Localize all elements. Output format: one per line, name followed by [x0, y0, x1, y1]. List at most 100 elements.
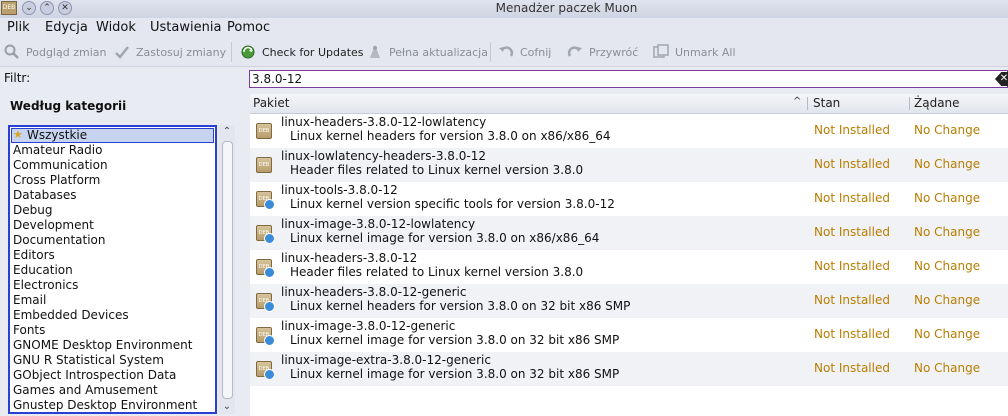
- gear-icon: [264, 233, 275, 244]
- category-item[interactable]: Databases: [10, 188, 215, 203]
- menu-help[interactable]: Pomoc: [227, 20, 270, 36]
- check-updates-button[interactable]: Check for Updates: [240, 43, 364, 61]
- preview-changes-button[interactable]: Podgląd zmian: [4, 43, 106, 61]
- table-row[interactable]: DEB linux-headers-3.8.0-12-lowlatency Linu…: [250, 114, 1008, 148]
- sort-ascending-icon: ^: [793, 96, 802, 107]
- category-item[interactable]: Debug: [10, 203, 215, 218]
- menu-settings[interactable]: Ustawienia: [150, 20, 221, 36]
- apply-changes-button[interactable]: Zastosuj zmiany: [114, 43, 226, 61]
- gear-icon: [264, 267, 275, 278]
- category-item[interactable]: Email: [10, 293, 215, 308]
- minimize-icon[interactable]: ⌄: [22, 1, 36, 15]
- category-item[interactable]: Cross Platform: [10, 173, 215, 188]
- maximize-icon[interactable]: ⌃: [40, 1, 54, 15]
- category-item[interactable]: Fonts: [10, 323, 215, 338]
- column-header-requested[interactable]: Żądane: [914, 96, 960, 110]
- package-icon: DEB: [256, 123, 272, 139]
- category-item[interactable]: Communication: [10, 158, 215, 173]
- table-row[interactable]: DEB linux-headers-3.8.0-12-generic Linux k…: [250, 284, 1008, 318]
- category-label: Games and Amusement: [13, 383, 158, 397]
- refresh-icon: [240, 44, 256, 60]
- category-label: GNOME Desktop Environment: [13, 338, 193, 352]
- package-name: linux-headers-3.8.0-12: [281, 251, 418, 265]
- category-item[interactable]: Education: [10, 263, 215, 278]
- table-row[interactable]: DEB linux-image-extra-3.8.0-12-generic Lin…: [250, 352, 1008, 386]
- scroll-up-icon[interactable]: ⌃: [219, 125, 235, 139]
- package-icon: DEB: [256, 259, 275, 278]
- package-state: Not Installed: [814, 259, 890, 273]
- package-state: Not Installed: [814, 123, 890, 137]
- category-label: Communication: [13, 158, 108, 172]
- upgrade-icon: [367, 44, 383, 60]
- toolbar-separator: [490, 42, 491, 62]
- clear-search-icon[interactable]: ✕: [995, 72, 1008, 86]
- scroll-down-icon[interactable]: ⌄: [219, 400, 235, 414]
- search-input[interactable]: [252, 71, 982, 87]
- package-description: Header files related to Linux kernel ver…: [290, 265, 584, 279]
- category-item[interactable]: Electronics: [10, 278, 215, 293]
- column-header-package[interactable]: Pakiet: [253, 96, 289, 110]
- magnifier-icon: [4, 44, 20, 60]
- category-item[interactable]: Gnustep Desktop Environment: [10, 398, 215, 412]
- close-icon[interactable]: ✕: [58, 1, 72, 15]
- table-row[interactable]: DEB linux-lowlatency-headers-3.8.0-12 Head…: [250, 148, 1008, 182]
- category-item[interactable]: Development: [10, 218, 215, 233]
- package-requested: No Change: [914, 293, 981, 307]
- gear-icon: [264, 301, 275, 312]
- gear-icon: [264, 369, 275, 380]
- category-item[interactable]: GNOME Desktop Environment: [10, 338, 215, 353]
- package-state: Not Installed: [814, 293, 890, 307]
- package-state: Not Installed: [814, 157, 890, 171]
- category-item[interactable]: Embedded Devices: [10, 308, 215, 323]
- unmark-all-button[interactable]: Unmark All: [653, 43, 736, 61]
- full-upgrade-button[interactable]: Pełna aktualizacja: [367, 43, 488, 61]
- category-label: Debug: [13, 203, 53, 217]
- category-panel: Według kategorii ★ Wszystkie Amateur Radio…: [0, 92, 244, 416]
- category-label: Editors: [13, 248, 55, 262]
- menu-bar: Plik Edycja Widok Ustawienia Pomoc: [0, 18, 1008, 38]
- table-row[interactable]: DEB linux-image-3.8.0-12-generic Linux ker…: [250, 318, 1008, 352]
- category-item[interactable]: Editors: [10, 248, 215, 263]
- menu-edit[interactable]: Edycja: [45, 20, 88, 36]
- package-name: linux-image-extra-3.8.0-12-generic: [281, 353, 491, 367]
- category-item[interactable]: Games and Amusement: [10, 383, 215, 398]
- unmark-icon: [653, 44, 669, 60]
- category-label: Education: [13, 263, 73, 277]
- column-header-state[interactable]: Stan: [813, 96, 840, 110]
- package-description: Linux kernel headers for version 3.8.0 o…: [290, 129, 611, 143]
- package-requested: No Change: [914, 361, 981, 375]
- category-list[interactable]: ★ Wszystkie Amateur Radio Communication Cros…: [8, 125, 217, 414]
- package-table: Pakiet ^ Stan Żądane DEB linux-headers-3.…: [250, 94, 1008, 416]
- package-requested: No Change: [914, 191, 981, 205]
- app-icon[interactable]: DEB: [1, 1, 17, 15]
- menu-file[interactable]: Plik: [7, 20, 30, 36]
- toolbar-separator: [231, 42, 232, 62]
- checkmark-icon: [114, 44, 130, 60]
- undo-button[interactable]: Cofnij: [498, 43, 551, 61]
- package-requested: No Change: [914, 259, 981, 273]
- category-label: Wszystkie: [27, 128, 88, 142]
- table-row[interactable]: DEB linux-image-3.8.0-12-lowlatency Linux …: [250, 216, 1008, 250]
- search-box[interactable]: ✕: [249, 70, 1008, 88]
- package-icon: DEB: [256, 293, 275, 312]
- category-item[interactable]: Amateur Radio: [10, 143, 215, 158]
- package-description: Linux kernel image for version 3.8.0 on …: [290, 231, 600, 245]
- package-description: Linux kernel image for version 3.8.0 on …: [290, 333, 620, 347]
- category-label: Gnustep Desktop Environment: [13, 398, 198, 412]
- category-label: Documentation: [13, 233, 106, 247]
- category-item-selected[interactable]: ★ Wszystkie: [11, 128, 214, 143]
- table-row[interactable]: DEB linux-headers-3.8.0-12 Header files re…: [250, 250, 1008, 284]
- package-icon: DEB: [256, 327, 275, 346]
- category-item[interactable]: GNU R Statistical System: [10, 353, 215, 368]
- category-scrollbar[interactable]: ⌃ ⌄: [219, 125, 235, 414]
- table-row[interactable]: DEB linux-tools-3.8.0-12 Linux kernel vers…: [250, 182, 1008, 216]
- redo-icon: [567, 44, 583, 60]
- scrollbar-thumb[interactable]: [222, 141, 233, 399]
- gear-icon: [264, 335, 275, 346]
- package-name: linux-headers-3.8.0-12-lowlatency: [281, 115, 487, 129]
- package-requested: No Change: [914, 157, 981, 171]
- redo-button[interactable]: Przywróć: [567, 43, 638, 61]
- menu-view[interactable]: Widok: [96, 20, 136, 36]
- category-item[interactable]: GObject Introspection Data: [10, 368, 215, 383]
- category-item[interactable]: Documentation: [10, 233, 215, 248]
